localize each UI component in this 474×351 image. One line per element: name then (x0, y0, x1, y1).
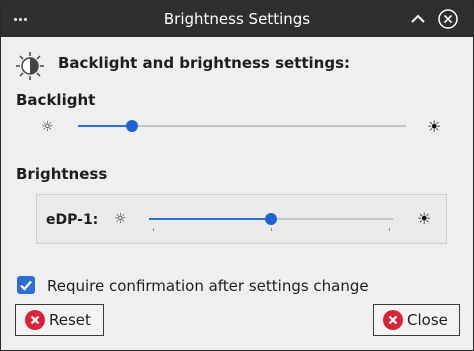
slider-fill (78, 125, 132, 127)
settings-content: Backlight and brightness settings: Backl… (1, 37, 473, 350)
require-confirmation-checkbox[interactable] (17, 276, 35, 294)
brightness-high-icon: ☀ (417, 209, 432, 228)
window-title: Brightness Settings (163, 10, 311, 28)
require-confirmation-label[interactable]: Require confirmation after settings chan… (47, 277, 369, 295)
output-label: eDP-1: (46, 212, 99, 228)
reset-button-label: Reset (49, 311, 91, 329)
brightness-title: Brightness (16, 165, 108, 183)
slider-tick (389, 228, 390, 231)
slider-tick (271, 228, 272, 231)
title-bar[interactable]: Brightness Settings (1, 1, 473, 37)
brightness-contrast-icon (15, 51, 45, 81)
slider-handle[interactable] (265, 213, 277, 225)
slider-tick (153, 228, 154, 231)
backlight-high-icon: ☀ (427, 117, 442, 136)
close-button-label: Close (407, 311, 448, 329)
cancel-icon (25, 310, 45, 330)
reset-button[interactable]: Reset (15, 304, 104, 336)
brightness-slider[interactable] (149, 209, 393, 231)
brightness-low-icon: ☼ (114, 211, 127, 227)
output-panel-edp-1: eDP-1: ☼ ☀ (36, 194, 447, 244)
brightness-settings-window: Brightness Settings Backlight and bright… (0, 0, 474, 351)
cancel-icon (383, 310, 403, 330)
chevron-up-icon[interactable] (407, 8, 429, 30)
header-text: Backlight and brightness settings: (58, 54, 350, 72)
close-button[interactable]: Close (373, 304, 460, 336)
slider-fill (149, 218, 271, 220)
backlight-low-icon: ☼ (41, 119, 54, 135)
backlight-slider[interactable] (78, 116, 406, 136)
close-icon[interactable] (437, 8, 459, 30)
backlight-title: Backlight (16, 91, 96, 109)
slider-handle[interactable] (126, 120, 138, 132)
